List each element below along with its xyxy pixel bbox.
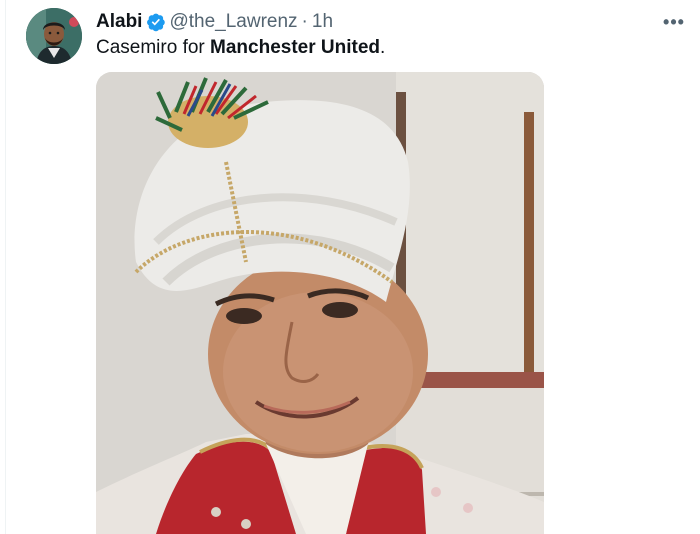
tweet-text-suffix: . — [380, 37, 386, 58]
display-name[interactable]: Alabi — [96, 10, 142, 34]
separator-dot: · — [301, 11, 308, 32]
tweet-text: Casemiro for Manchester United. — [96, 36, 385, 60]
avatar[interactable] — [26, 8, 82, 64]
timestamp[interactable]: 1h — [312, 10, 333, 34]
tweet-text-bold: Manchester United — [210, 37, 381, 58]
verified-badge-icon — [146, 12, 166, 32]
tweet-header: Alabi @the_Lawrenz · 1h — [96, 10, 333, 34]
more-horizontal-icon[interactable]: ••• — [660, 12, 688, 32]
tweet-text-prefix: Casemiro for — [96, 37, 211, 58]
user-handle[interactable]: @the_Lawrenz — [169, 10, 297, 34]
tweet-photo[interactable] — [96, 72, 544, 534]
tweet[interactable]: Alabi @the_Lawrenz · 1h ••• Casemiro for… — [0, 0, 700, 534]
